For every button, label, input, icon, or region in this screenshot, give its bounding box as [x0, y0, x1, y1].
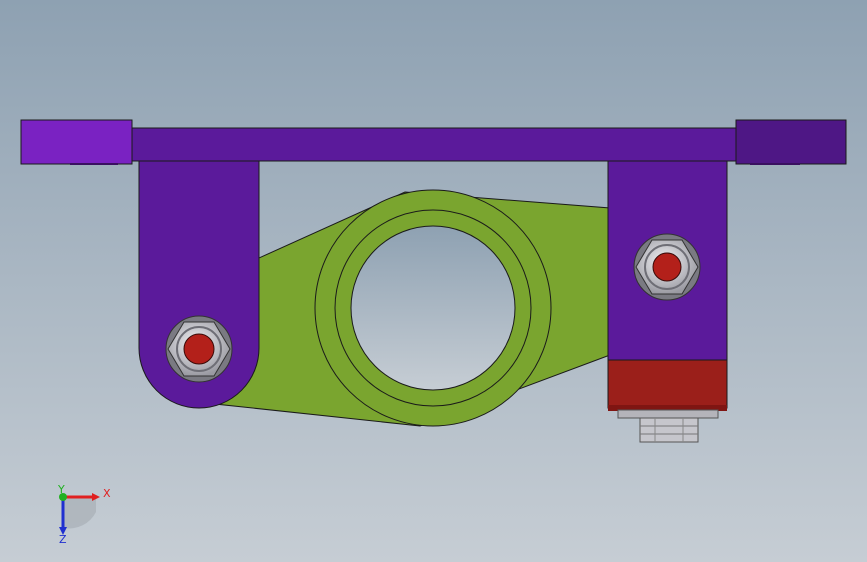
crossbar-left-end [20, 119, 133, 165]
left-bolt-end [183, 333, 215, 365]
left-fastener[interactable] [165, 315, 233, 383]
crossbar-right-end [735, 119, 847, 165]
crossbar-center [131, 127, 737, 162]
connector-flange [617, 409, 719, 419]
arm-hub-hole [350, 225, 516, 391]
x-axis-label: X [103, 487, 111, 500]
connector-body [639, 417, 699, 443]
right-bolt-end [652, 252, 682, 282]
z-axis-label: Z [59, 533, 67, 546]
red-mount-block[interactable] [607, 359, 728, 411]
cad-viewport[interactable]: X Y Z [0, 0, 867, 562]
y-axis-label: Y [57, 483, 65, 496]
right-fastener[interactable] [633, 233, 701, 301]
model-scene[interactable]: X Y Z [0, 0, 867, 562]
block-body [607, 359, 728, 409]
